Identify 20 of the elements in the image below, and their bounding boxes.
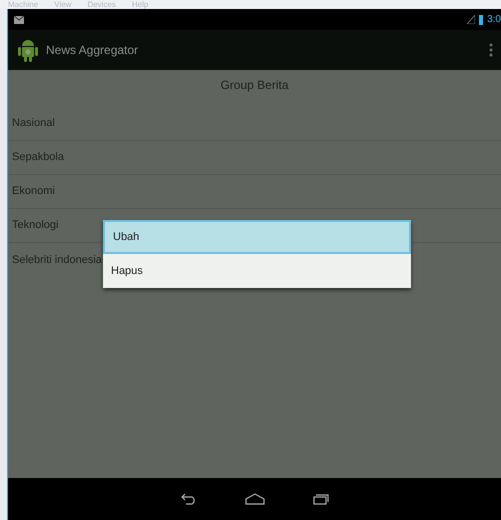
menu-item[interactable]: Machine <box>8 0 38 9</box>
menu-item[interactable]: Devices <box>87 0 116 9</box>
recent-apps-icon[interactable] <box>312 493 328 505</box>
battery-icon <box>479 14 484 24</box>
signal-icon <box>467 15 476 24</box>
list-item[interactable]: Ekonomi <box>8 175 501 209</box>
menu-option[interactable]: Ubah <box>103 220 411 254</box>
android-icon <box>18 38 38 62</box>
menu-item[interactable]: Help <box>132 0 148 9</box>
list-item[interactable]: Sepakbola <box>8 141 501 175</box>
mail-icon <box>14 16 24 24</box>
list-item[interactable]: Nasional <box>8 107 501 141</box>
list-title: Group Berita <box>219 77 290 94</box>
app-title: News Aggregator <box>46 42 138 59</box>
menu-item[interactable]: View <box>54 0 72 9</box>
back-icon[interactable] <box>180 493 196 505</box>
menu-option[interactable]: Hapus <box>103 254 411 288</box>
home-icon[interactable] <box>244 493 264 505</box>
clock-time: 3:0 <box>487 13 501 27</box>
overflow-menu-icon[interactable] <box>489 43 493 57</box>
